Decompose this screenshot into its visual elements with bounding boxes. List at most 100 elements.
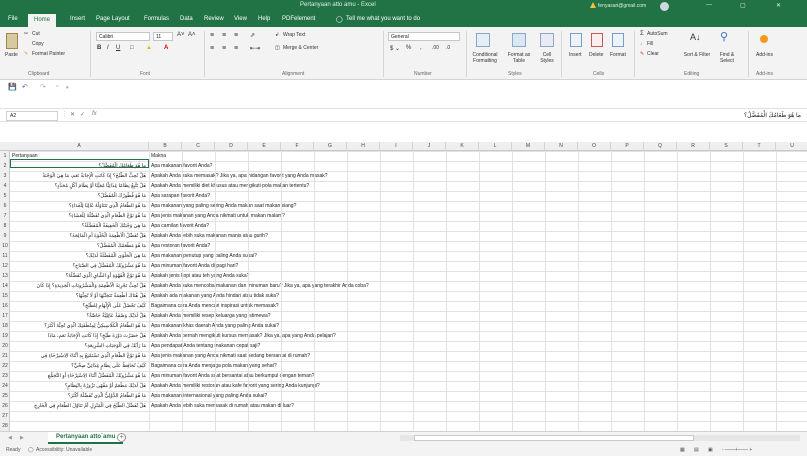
cell-b[interactable]: Apakah Anda pernah mengikuti kursus mema… <box>149 332 336 340</box>
align-center-icon[interactable]: ≡ <box>222 45 226 52</box>
underline-button[interactable]: U <box>116 45 120 51</box>
minimize-button[interactable]: — <box>706 2 712 8</box>
tab-home[interactable]: Home <box>28 14 57 27</box>
chevron-down-icon[interactable]: ▾ <box>66 85 69 91</box>
fill-color-icon[interactable]: ▲ <box>146 45 152 51</box>
cell-a[interactable]: مَا هُوَ مَشْرُوبُكَ الْمُفَضَّلُ فِي ال… <box>10 262 148 270</box>
align-right-icon[interactable]: ≡ <box>234 45 238 52</box>
cell-b[interactable]: Makna <box>149 152 166 160</box>
row-header[interactable]: 22 <box>0 362 10 370</box>
increase-decimal-icon[interactable]: .00 <box>432 45 439 51</box>
account-email[interactable]: fenyasari@gmail.com <box>598 3 646 9</box>
font-color-icon[interactable]: A <box>164 45 168 51</box>
row-header[interactable]: 17 <box>0 312 10 320</box>
row-header[interactable]: 8 <box>0 222 10 230</box>
conditional-formatting-button[interactable]: Conditional Formatting <box>468 52 502 64</box>
cell-b[interactable]: Apakah Anda lebih suka makanan manis ata… <box>149 232 268 240</box>
row-header[interactable]: 6 <box>0 202 10 210</box>
cell-b[interactable]: Apa jenis makanan yang Anda nikmati saat… <box>149 352 310 360</box>
cell-a[interactable]: مَا هُوَ مَطْعَمُكَ الْمُفَضَّلُ؟ <box>10 242 148 250</box>
tab-insert[interactable]: Insert <box>70 16 85 22</box>
next-sheet-icon[interactable]: ▶ <box>20 435 24 441</box>
name-box[interactable]: A2 <box>6 111 58 121</box>
cell-a[interactable] <box>10 422 148 430</box>
column-header-t[interactable]: T <box>743 142 776 151</box>
tell-me-search[interactable]: Tell me what you want to do <box>346 16 420 22</box>
row-header[interactable]: 14 <box>0 282 10 290</box>
cell-a[interactable]: هَلْ تُحِبُّ الطَّبْخَ؟ إِذَا كَانَتِ ال… <box>10 172 148 180</box>
column-header-r[interactable]: R <box>677 142 710 151</box>
warning-icon[interactable] <box>590 2 596 8</box>
clipboard-paste-icon[interactable] <box>6 33 18 49</box>
prev-sheet-icon[interactable]: ◀ <box>8 435 12 441</box>
column-header-h[interactable]: H <box>347 142 380 151</box>
cell-a[interactable]: مَا هُوَ نَوْعُ الْقَهْوَةِ أَوِ الشَّاي… <box>10 272 148 280</box>
format-cells-icon[interactable] <box>612 33 624 47</box>
column-header-l[interactable]: L <box>479 142 512 151</box>
selected-cell[interactable] <box>10 159 149 168</box>
add-ins-button[interactable]: Add-ins <box>756 52 773 58</box>
tab-formulas[interactable]: Formulas <box>144 16 169 22</box>
customize-icon[interactable]: ▫ <box>56 83 58 90</box>
cell-a[interactable]: هَلْ لَدَيْكَ مَطْعَمٌ أَوْ مَقْهًى تَزُ… <box>10 382 148 390</box>
align-top-icon[interactable]: ≡ <box>210 32 214 39</box>
column-header-s[interactable]: S <box>710 142 743 151</box>
zoom-slider[interactable]: - ——+—— + <box>722 447 752 453</box>
decrease-decimal-icon[interactable]: .0 <box>446 45 450 51</box>
accessibility-status[interactable]: Accessibility: Unavailable <box>36 447 92 453</box>
cell-a[interactable]: مَا هِيَ الْحَلْوَى الْمُفَضَّلَةُ لَدَي… <box>10 252 148 260</box>
search-icon[interactable]: ⚲ <box>720 30 728 43</box>
row-header[interactable]: 7 <box>0 212 10 220</box>
comma-icon[interactable]: , <box>420 45 422 51</box>
paste-button[interactable]: Paste <box>5 52 18 58</box>
restore-button[interactable]: ▢ <box>740 2 746 9</box>
cell-a[interactable]: مَا هِيَ وَجْبَتُكَ الْخَفِيفَةُ الْمُفَ… <box>10 222 148 230</box>
shrink-font-icon[interactable]: A˄ <box>188 32 196 38</box>
cell-b[interactable]: Apa jenis makanan yang Anda nikmati untu… <box>149 212 285 220</box>
cell-a[interactable]: كَيْفَ تُحَافِظُ عَلَى نِظَامٍ غِذَائِيٍ… <box>10 362 148 370</box>
cell-a[interactable]: هَلْ لَدَيْكَ وَصْفَةٌ عَائِلِيَّةٌ خَاص… <box>10 312 148 320</box>
row-header[interactable]: 15 <box>0 292 10 300</box>
undo-icon[interactable]: ↶ <box>22 83 28 91</box>
row-header[interactable]: 18 <box>0 322 10 330</box>
italic-button[interactable]: I <box>107 45 109 51</box>
currency-icon[interactable]: $ ⌄ <box>390 45 400 52</box>
row-header[interactable]: 21 <box>0 352 10 360</box>
save-icon[interactable]: 💾 <box>8 83 17 91</box>
row-header[interactable]: 4 <box>0 182 10 190</box>
avatar[interactable] <box>660 2 669 11</box>
column-header-k[interactable]: K <box>446 142 479 151</box>
column-header-p[interactable]: P <box>611 142 644 151</box>
column-header-a[interactable]: A <box>10 142 149 151</box>
format-button[interactable]: Format <box>610 52 626 58</box>
orientation-icon[interactable]: ⇗ <box>250 32 255 39</box>
merge-center-button[interactable]: Merge & Center <box>283 45 318 51</box>
format-as-table-button[interactable]: Format as Table <box>504 52 534 64</box>
row-header[interactable]: 10 <box>0 242 10 250</box>
tab-help[interactable]: Help <box>258 16 270 22</box>
indent-icon[interactable]: ⇤⇥ <box>250 45 260 52</box>
row-header[interactable]: 11 <box>0 252 10 260</box>
column-header-o[interactable]: O <box>578 142 611 151</box>
align-middle-icon[interactable]: ≡ <box>222 32 226 39</box>
sort-filter-icon[interactable]: A↓ <box>690 32 701 42</box>
grow-font-icon[interactable]: A˅ <box>177 32 185 38</box>
row-header[interactable]: 23 <box>0 372 10 380</box>
clear-button[interactable]: Clear <box>647 51 659 57</box>
cell-a[interactable]: هَلْ تُفَضِّلُ الْأَطْعِمَةَ الْحُلْوَةَ… <box>10 232 148 240</box>
cell-a[interactable]: مَا هُوَ الطَّعَامُ الْكَلَاسِيكِيُّ لِم… <box>10 322 148 330</box>
column-header-u[interactable]: U <box>776 142 807 151</box>
close-button[interactable]: ✕ <box>776 2 781 9</box>
column-header-j[interactable]: J <box>413 142 446 151</box>
column-header-n[interactable]: N <box>545 142 578 151</box>
cell-a[interactable]: هَلْ هُنَاكَ أَطْعِمَةٌ تَتَجَنَّبُهَا أ… <box>10 292 148 300</box>
cell-a[interactable]: هَلْ تُحِبُّ تَجْرِبَةَ الْأَطْعِمَةِ وَ… <box>10 282 148 290</box>
column-header-c[interactable]: C <box>182 142 215 151</box>
cell-b[interactable]: Apa sarapan favorit Anda? <box>149 192 210 200</box>
wrap-text-button[interactable]: Wrap Text <box>283 32 305 38</box>
horizontal-scrollbar[interactable] <box>400 435 800 441</box>
row-header[interactable]: 13 <box>0 272 10 280</box>
cell-a[interactable] <box>10 412 148 420</box>
tab-review[interactable]: Review <box>204 16 224 22</box>
borders-icon[interactable]: □ <box>130 45 134 51</box>
